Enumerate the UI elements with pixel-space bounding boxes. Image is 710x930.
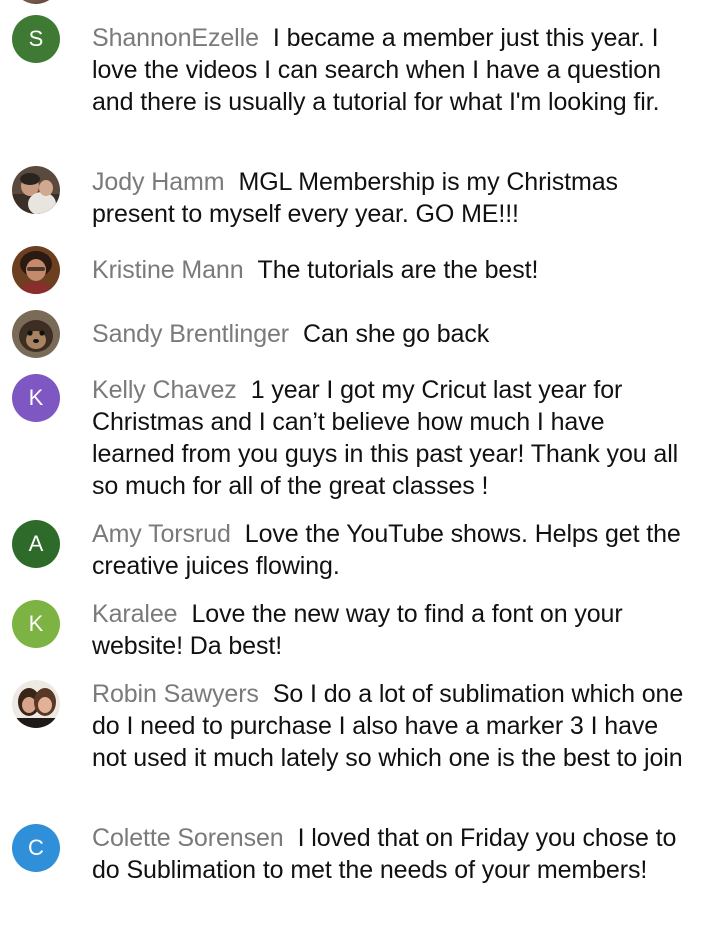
- avatar: [12, 246, 60, 294]
- avatar: C: [12, 824, 60, 872]
- avatar-letter: C: [28, 835, 44, 860]
- avatar: K: [12, 600, 60, 648]
- chat-message: K Kelly Chavez 1 year I got my Cricut las…: [0, 366, 700, 518]
- chat-message: C Colette Sorensen I loved that on Friday…: [0, 822, 700, 930]
- chat-message: Robin Sawyers So I do a lot of sublimatio…: [0, 678, 700, 822]
- live-chat-message-list[interactable]: S ShannonEzelle I became a member just th…: [0, 0, 710, 930]
- avatar-letter: S: [28, 26, 44, 51]
- chat-message: Jody Hamm MGL Membership is my Christmas …: [0, 160, 700, 238]
- chat-message: Sandy Brentlinger Can she go back: [0, 302, 700, 366]
- author-name: Kelly Chavez: [92, 376, 237, 404]
- author-name: ShannonEzelle: [92, 24, 259, 52]
- avatar: S: [12, 15, 60, 63]
- author-name: Amy Torsrud: [92, 520, 231, 548]
- chat-message: Kristine Mann The tutorials are the best!: [0, 238, 700, 302]
- avatar-letter: K: [28, 385, 44, 410]
- avatar: [12, 166, 60, 214]
- avatar: [12, 680, 60, 728]
- avatar-letter: A: [28, 531, 44, 556]
- chat-message: S ShannonEzelle I became a member just th…: [0, 0, 700, 160]
- chat-message: A Amy Torsrud Love the YouTube shows. Hel…: [0, 518, 700, 598]
- avatar: [12, 310, 60, 358]
- author-name: Karalee: [92, 600, 178, 628]
- message-text: The tutorials are the best!: [257, 256, 539, 284]
- author-name: Kristine Mann: [92, 256, 244, 284]
- avatar-letter: K: [28, 611, 44, 636]
- avatar: A: [12, 520, 60, 568]
- author-name: Colette Sorensen: [92, 824, 284, 852]
- avatar: K: [12, 374, 60, 422]
- author-name: Robin Sawyers: [92, 680, 259, 708]
- author-name: Jody Hamm: [92, 168, 225, 196]
- chat-message: K Karalee Love the new way to find a font…: [0, 598, 700, 678]
- author-name: Sandy Brentlinger: [92, 320, 290, 348]
- message-text: Can she go back: [303, 320, 490, 348]
